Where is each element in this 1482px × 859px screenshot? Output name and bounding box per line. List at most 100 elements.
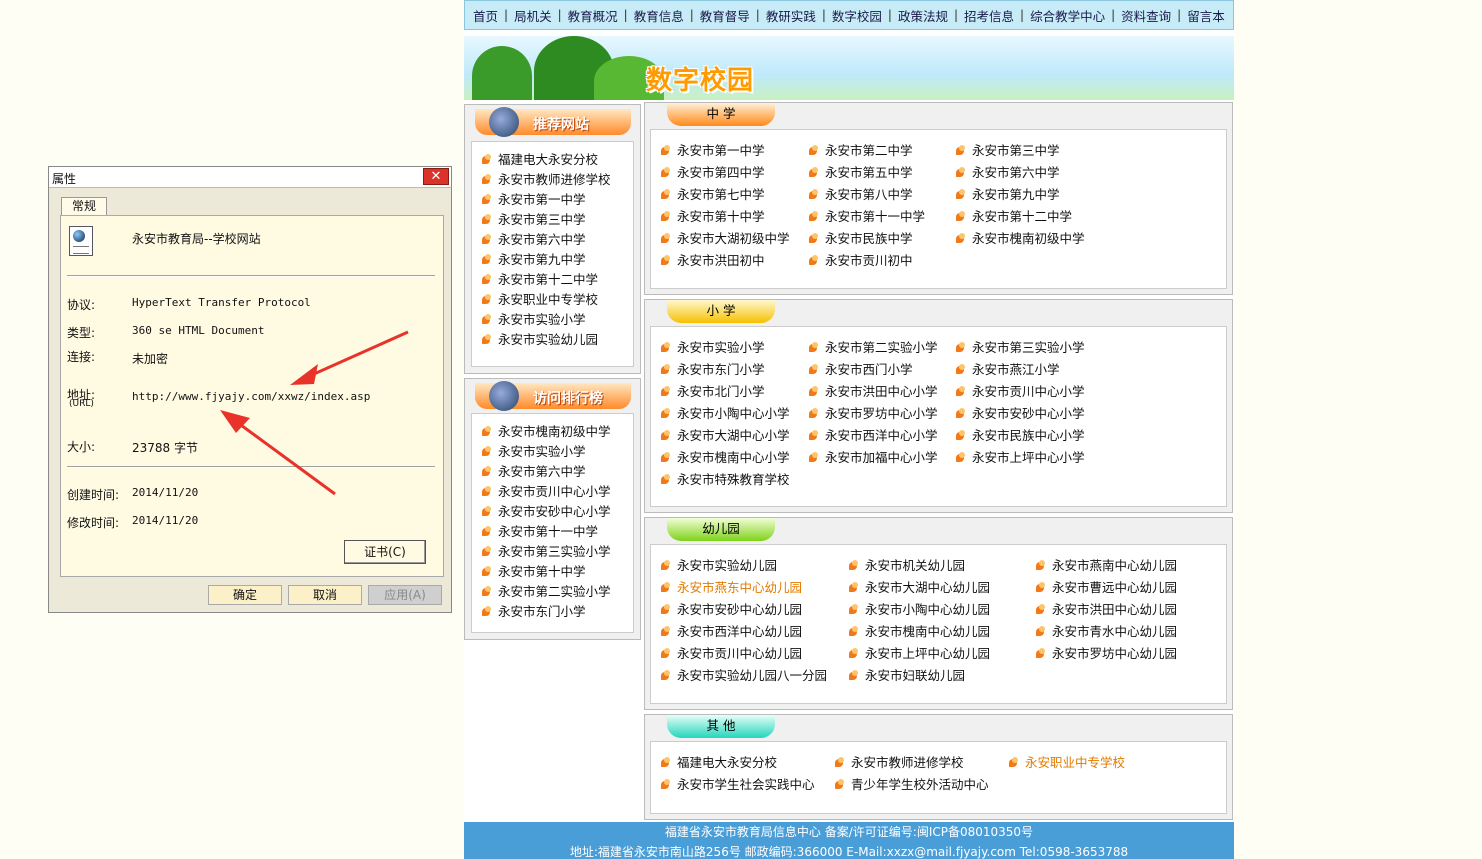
school-link[interactable]: 永安市实验小学 — [498, 312, 586, 327]
list-item[interactable]: 永安市学生社会实践中心 — [661, 774, 835, 796]
list-item[interactable]: 永安市第七中学 — [661, 184, 809, 206]
list-item[interactable]: 永安市实验幼儿园八一分园 — [661, 665, 849, 687]
school-link[interactable]: 永安市第二实验小学 — [498, 584, 611, 599]
list-item[interactable]: 永安市燕南中心幼儿园 — [1036, 555, 1223, 577]
list-item[interactable]: 永安职业中专学校 — [1009, 752, 1183, 774]
school-link[interactable]: 永安市民族中心小学 — [972, 428, 1085, 443]
school-link[interactable]: 永安市洪田中心小学 — [825, 384, 938, 399]
school-link[interactable]: 永安市机关幼儿园 — [865, 558, 965, 573]
school-link[interactable]: 永安市第三中学 — [972, 143, 1060, 158]
nav-item[interactable]: 政策法规 — [892, 6, 954, 25]
list-item[interactable]: 永安市西门小学 — [809, 359, 956, 381]
school-link[interactable]: 永安市大湖初级中学 — [677, 231, 790, 246]
list-item[interactable]: 永安市大湖初级中学 — [661, 228, 809, 250]
list-item[interactable]: 福建电大永安分校 — [661, 752, 835, 774]
nav-item[interactable]: 教育督导 — [694, 6, 756, 25]
school-link[interactable]: 永安市槐南初级中学 — [972, 231, 1085, 246]
school-link[interactable]: 永安市实验幼儿园八一分园 — [677, 668, 827, 683]
list-item[interactable]: 永安市洪田中心幼儿园 — [1036, 599, 1223, 621]
school-link[interactable]: 永安市实验小学 — [498, 444, 586, 459]
school-link[interactable]: 永安市第六中学 — [972, 165, 1060, 180]
list-item[interactable]: 永安市贡川中心小学 — [482, 482, 633, 502]
school-link[interactable]: 永安市小陶中心幼儿园 — [865, 602, 990, 617]
school-link[interactable]: 永安市第三中学 — [498, 212, 586, 227]
list-item[interactable]: 永安市加福中心小学 — [809, 447, 956, 469]
list-item[interactable]: 永安市第十中学 — [482, 562, 633, 582]
school-link[interactable]: 永安市贡川初中 — [825, 253, 913, 268]
school-link[interactable]: 永安市西洋中心幼儿园 — [677, 624, 802, 639]
list-item[interactable]: 永安市青水中心幼儿园 — [1036, 621, 1223, 643]
school-link[interactable]: 永安市西门小学 — [825, 362, 913, 377]
school-link[interactable]: 永安市贡川中心小学 — [972, 384, 1085, 399]
school-link[interactable]: 永安市第十中学 — [498, 564, 586, 579]
list-item[interactable]: 永安市大湖中心小学 — [661, 425, 809, 447]
school-link[interactable]: 永安市北门小学 — [677, 384, 765, 399]
list-item[interactable]: 永安市小陶中心幼儿园 — [849, 599, 1036, 621]
list-item[interactable]: 永安市曹远中心幼儿园 — [1036, 577, 1223, 599]
list-item[interactable]: 永安市上坪中心小学 — [956, 447, 1103, 469]
list-item[interactable]: 永安市第十二中学 — [956, 206, 1103, 228]
list-item[interactable]: 永安市安砂中心幼儿园 — [661, 599, 849, 621]
school-link[interactable]: 永安市大湖中心幼儿园 — [865, 580, 990, 595]
list-item[interactable]: 永安市北门小学 — [661, 381, 809, 403]
nav-item[interactable]: 留言本 — [1181, 6, 1231, 25]
school-link[interactable]: 永安市贡川中心小学 — [498, 484, 611, 499]
list-item[interactable]: 永安市特殊教育学校 — [661, 469, 809, 491]
list-item[interactable]: 永安市罗坊中心小学 — [809, 403, 956, 425]
school-link[interactable]: 永安市第二中学 — [825, 143, 913, 158]
school-link[interactable]: 永安市洪田中心幼儿园 — [1052, 602, 1177, 617]
school-link[interactable]: 永安市西洋中心小学 — [825, 428, 938, 443]
list-item[interactable]: 永安市实验小学 — [482, 310, 633, 330]
apply-button[interactable]: 应用(A) — [368, 585, 442, 605]
list-item[interactable]: 永安市洪田初中 — [661, 250, 809, 272]
school-link[interactable]: 永安市小陶中心小学 — [677, 406, 790, 421]
school-link[interactable]: 永安市槐南中心幼儿园 — [865, 624, 990, 639]
list-item[interactable]: 永安市第八中学 — [809, 184, 956, 206]
list-item[interactable]: 永安市第九中学 — [956, 184, 1103, 206]
school-link[interactable]: 永安市学生社会实践中心 — [677, 777, 815, 792]
list-item[interactable]: 永安市教师进修学校 — [835, 752, 1009, 774]
school-link[interactable]: 福建电大永安分校 — [677, 755, 777, 770]
nav-item[interactable]: 局机关 — [508, 6, 558, 25]
school-link[interactable]: 永安市上坪中心小学 — [972, 450, 1085, 465]
list-item[interactable]: 永安市燕东中心幼儿园 — [661, 577, 849, 599]
nav-item[interactable]: 首页 — [467, 6, 504, 25]
school-link[interactable]: 青少年学生校外活动中心 — [851, 777, 989, 792]
school-link[interactable]: 永安市实验小学 — [677, 340, 765, 355]
school-link[interactable]: 永安市实验幼儿园 — [498, 332, 598, 347]
list-item[interactable]: 永安市安砂中心小学 — [956, 403, 1103, 425]
list-item[interactable]: 永安市第三实验小学 — [956, 337, 1103, 359]
list-item[interactable]: 永安市小陶中心小学 — [661, 403, 809, 425]
school-link[interactable]: 永安市民族中学 — [825, 231, 913, 246]
school-link[interactable]: 永安市第十一中学 — [498, 524, 598, 539]
school-link[interactable]: 永安职业中专学校 — [498, 292, 598, 307]
list-item[interactable]: 永安市燕江小学 — [956, 359, 1103, 381]
nav-item[interactable]: 数字校园 — [826, 6, 888, 25]
list-item[interactable]: 永安市第六中学 — [956, 162, 1103, 184]
school-link[interactable]: 永安市安砂中心幼儿园 — [677, 602, 802, 617]
school-link[interactable]: 永安市第六中学 — [498, 232, 586, 247]
list-item[interactable]: 永安职业中专学校 — [482, 290, 633, 310]
list-item[interactable]: 永安市实验小学 — [661, 337, 809, 359]
nav-item[interactable]: 资料查询 — [1115, 6, 1177, 25]
school-link[interactable]: 永安市妇联幼儿园 — [865, 668, 965, 683]
list-item[interactable]: 永安市第三中学 — [956, 140, 1103, 162]
list-item[interactable]: 永安市第十一中学 — [482, 522, 633, 542]
certificate-button[interactable]: 证书(C) — [344, 540, 426, 564]
tab-general[interactable]: 常规 — [61, 197, 107, 215]
nav-item[interactable]: 招考信息 — [958, 6, 1020, 25]
list-item[interactable]: 永安市第十二中学 — [482, 270, 633, 290]
school-link[interactable]: 永安市大湖中心小学 — [677, 428, 790, 443]
list-item[interactable]: 永安市实验幼儿园 — [482, 330, 633, 350]
list-item[interactable]: 永安市大湖中心幼儿园 — [849, 577, 1036, 599]
school-link[interactable]: 永安市第一中学 — [677, 143, 765, 158]
school-link[interactable]: 永安市实验幼儿园 — [677, 558, 777, 573]
school-link[interactable]: 永安市第九中学 — [972, 187, 1060, 202]
school-link[interactable]: 永安市第七中学 — [677, 187, 765, 202]
list-item[interactable]: 永安市第二实验小学 — [482, 582, 633, 602]
school-link[interactable]: 永安市燕南中心幼儿园 — [1052, 558, 1177, 573]
school-link[interactable]: 永安市东门小学 — [677, 362, 765, 377]
cancel-button[interactable]: 取消 — [288, 585, 362, 605]
school-link[interactable]: 永安市第六中学 — [498, 464, 586, 479]
list-item[interactable]: 永安市第二中学 — [809, 140, 956, 162]
